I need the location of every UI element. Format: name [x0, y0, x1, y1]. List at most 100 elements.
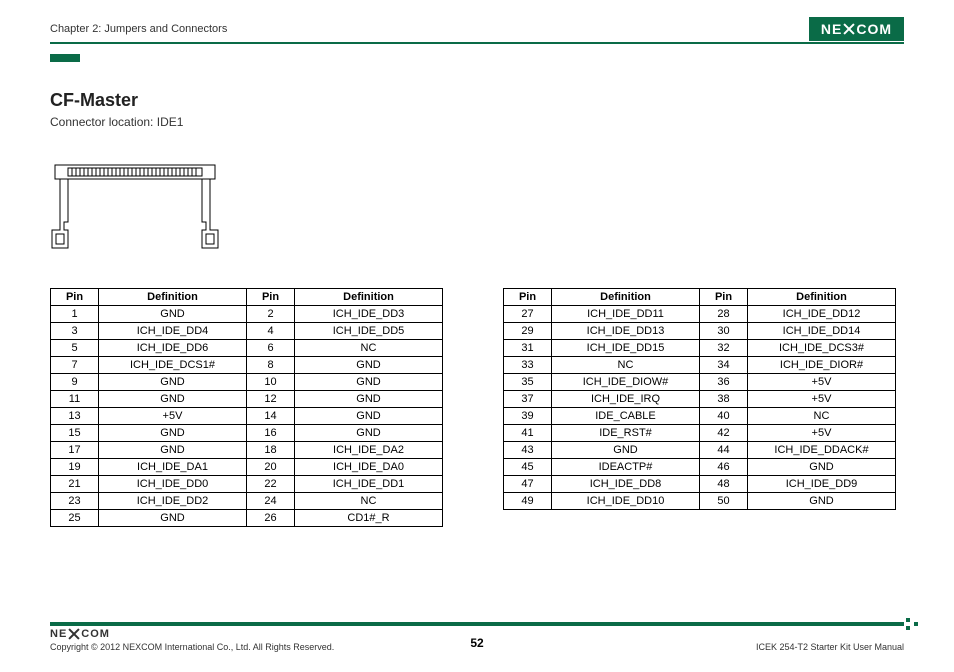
def-cell: +5V [99, 408, 247, 425]
pin-cell: 17 [51, 442, 99, 459]
table-row: 43GND44ICH_IDE_DDACK# [504, 442, 896, 459]
def-cell: GND [99, 425, 247, 442]
def-cell: GND [99, 374, 247, 391]
def-cell: ICH_IDE_DCS1# [99, 357, 247, 374]
pin-cell: 15 [51, 425, 99, 442]
pin-cell: 33 [504, 357, 552, 374]
pin-tables: Pin Definition Pin Definition 1GND2ICH_I… [50, 288, 904, 527]
th-pin: Pin [51, 289, 99, 306]
footer-logo-right: COM [81, 628, 110, 640]
pin-cell: 22 [247, 476, 295, 493]
pin-cell: 21 [51, 476, 99, 493]
logo-x-icon [843, 23, 855, 35]
table-row: 13+5V14GND [51, 408, 443, 425]
pin-cell: 25 [51, 510, 99, 527]
def-cell: ICH_IDE_DCS3# [748, 340, 896, 357]
table-row: 49ICH_IDE_DD1050GND [504, 493, 896, 510]
def-cell: ICH_IDE_DD8 [552, 476, 700, 493]
def-cell: NC [295, 340, 443, 357]
table-row: 9GND10GND [51, 374, 443, 391]
def-cell: ICH_IDE_DDACK# [748, 442, 896, 459]
pin-cell: 38 [700, 391, 748, 408]
def-cell: GND [748, 493, 896, 510]
pin-cell: 2 [247, 306, 295, 323]
table-row: 11GND12GND [51, 391, 443, 408]
pin-cell: 18 [247, 442, 295, 459]
header-accent [50, 54, 80, 62]
section-subtitle: Connector location: IDE1 [50, 115, 183, 129]
pin-cell: 30 [700, 323, 748, 340]
table-row: 19ICH_IDE_DA120ICH_IDE_DA0 [51, 459, 443, 476]
pin-cell: 19 [51, 459, 99, 476]
def-cell: ICH_IDE_DD14 [748, 323, 896, 340]
table-row: 27ICH_IDE_DD1128ICH_IDE_DD12 [504, 306, 896, 323]
pin-cell: 14 [247, 408, 295, 425]
def-cell: ICH_IDE_DD2 [99, 493, 247, 510]
def-cell: GND [295, 408, 443, 425]
pin-cell: 16 [247, 425, 295, 442]
table-row: 21ICH_IDE_DD022ICH_IDE_DD1 [51, 476, 443, 493]
pin-cell: 36 [700, 374, 748, 391]
page-footer: NE COM Copyright © 2012 NEXCOM Internati… [50, 628, 904, 652]
table-row: 1GND2ICH_IDE_DD3 [51, 306, 443, 323]
pin-cell: 4 [247, 323, 295, 340]
header-rule [50, 42, 904, 44]
table-row: 45IDEACTP#46GND [504, 459, 896, 476]
table-row: 3ICH_IDE_DD44ICH_IDE_DD5 [51, 323, 443, 340]
def-cell: ICH_IDE_DD6 [99, 340, 247, 357]
def-cell: GND [99, 306, 247, 323]
nexcom-logo: NE COM [809, 17, 904, 41]
chapter-label: Chapter 2: Jumpers and Connectors [50, 23, 227, 35]
pin-cell: 13 [51, 408, 99, 425]
def-cell: +5V [748, 391, 896, 408]
table-row: 47ICH_IDE_DD848ICH_IDE_DD9 [504, 476, 896, 493]
def-cell: ICH_IDE_DD3 [295, 306, 443, 323]
pin-cell: 37 [504, 391, 552, 408]
def-cell: ICH_IDE_IRQ [552, 391, 700, 408]
pin-cell: 50 [700, 493, 748, 510]
page-header: Chapter 2: Jumpers and Connectors NE COM [50, 18, 904, 40]
pin-cell: 48 [700, 476, 748, 493]
pin-cell: 40 [700, 408, 748, 425]
def-cell: GND [552, 442, 700, 459]
pin-cell: 24 [247, 493, 295, 510]
pin-cell: 45 [504, 459, 552, 476]
th-def: Definition [552, 289, 700, 306]
def-cell: ICH_IDE_DD12 [748, 306, 896, 323]
pin-cell: 47 [504, 476, 552, 493]
pin-cell: 44 [700, 442, 748, 459]
def-cell: GND [295, 391, 443, 408]
def-cell: ICH_IDE_DD11 [552, 306, 700, 323]
def-cell: NC [552, 357, 700, 374]
table-row: 17GND18ICH_IDE_DA2 [51, 442, 443, 459]
def-cell: GND [295, 425, 443, 442]
pin-cell: 39 [504, 408, 552, 425]
connector-svg-icon [50, 160, 220, 250]
def-cell: ICH_IDE_DD9 [748, 476, 896, 493]
th-pin: Pin [700, 289, 748, 306]
def-cell: +5V [748, 374, 896, 391]
th-pin: Pin [247, 289, 295, 306]
table-row: 35ICH_IDE_DIOW#36+5V [504, 374, 896, 391]
def-cell: CD1#_R [295, 510, 443, 527]
pin-cell: 35 [504, 374, 552, 391]
def-cell: GND [99, 442, 247, 459]
pin-cell: 43 [504, 442, 552, 459]
section-title-area: CF-Master Connector location: IDE1 [50, 90, 183, 129]
connector-diagram [50, 160, 220, 250]
def-cell: +5V [748, 425, 896, 442]
def-cell: GND [748, 459, 896, 476]
pin-cell: 27 [504, 306, 552, 323]
pin-cell: 1 [51, 306, 99, 323]
footer-manual: ICEK 254-T2 Starter Kit User Manual [756, 642, 904, 652]
def-cell: ICH_IDE_DD4 [99, 323, 247, 340]
th-pin: Pin [504, 289, 552, 306]
table-row: 15GND16GND [51, 425, 443, 442]
table-row: 7ICH_IDE_DCS1#8GND [51, 357, 443, 374]
def-cell: NC [748, 408, 896, 425]
table-row: 39IDE_CABLE40NC [504, 408, 896, 425]
def-cell: ICH_IDE_DD5 [295, 323, 443, 340]
footer-logo: NE COM [50, 628, 334, 640]
def-cell: ICH_IDE_DD10 [552, 493, 700, 510]
pin-cell: 8 [247, 357, 295, 374]
